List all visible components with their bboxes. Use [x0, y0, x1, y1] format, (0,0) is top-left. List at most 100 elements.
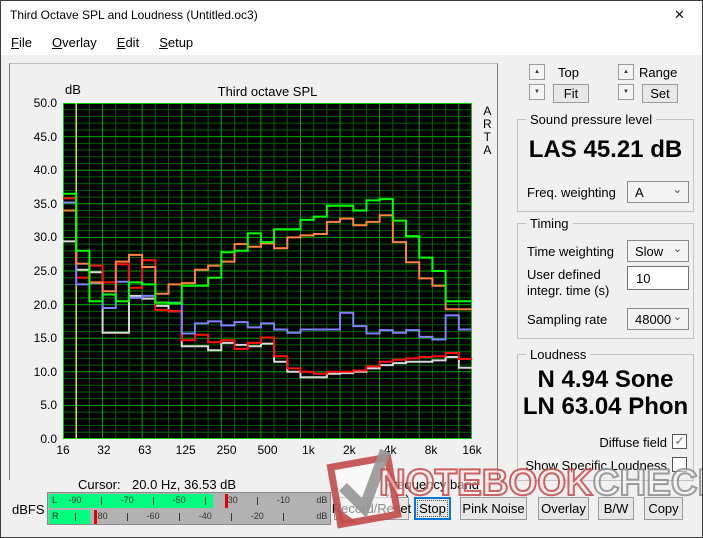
- meter-scale-label: -60: [146, 511, 160, 521]
- x-tick-label: 16: [56, 443, 70, 457]
- diffuse-field-label: Diffuse field: [599, 435, 667, 450]
- y-tick-label: 35.0: [33, 196, 57, 211]
- top-spin-up-icon[interactable]: ▲: [529, 64, 545, 80]
- y-tick-label: 20.0: [33, 297, 57, 312]
- x-tick-label: 500: [257, 443, 278, 457]
- range-spin-up-icon[interactable]: ▲: [618, 64, 634, 80]
- menu-item-overlay[interactable]: Overlay: [42, 31, 107, 54]
- y-tick-label: 30.0: [33, 230, 57, 245]
- meter-scale-tick: [231, 513, 233, 521]
- time-weighting-select[interactable]: Slow ⌄: [627, 240, 689, 262]
- spl-value: LAS 45.21 dB: [528, 136, 683, 163]
- y-tick-label: 25.0: [33, 264, 57, 278]
- close-icon[interactable]: ✕: [657, 1, 702, 29]
- range-label: Range: [639, 65, 678, 80]
- x-tick-label: 125: [175, 443, 196, 457]
- y-tick-label: 5.0: [40, 398, 57, 413]
- sampling-rate-value: 48000: [635, 311, 672, 327]
- integr-time-input[interactable]: 10: [627, 266, 689, 290]
- meter-scale-label: -80: [94, 511, 108, 521]
- menu-bar: File Overlay Edit Setup: [1, 29, 702, 55]
- overlay-button[interactable]: Overlay: [538, 497, 589, 520]
- level-meter: L -90 -70 -50 -30 -10 dB R -80 -60 -40 -20 dB: [47, 492, 331, 525]
- sone-value: N 4.94 Sone: [537, 366, 674, 393]
- dbfs-label: dBFS: [12, 502, 45, 517]
- meter-scale-tick: [101, 497, 103, 505]
- cursor-value: 20.0 Hz, 36.53 dB: [132, 477, 237, 492]
- phon-value: LN 63.04 Phon: [522, 393, 689, 420]
- fit-button[interactable]: Fit: [553, 84, 589, 103]
- cursor-label: Cursor:: [78, 477, 121, 492]
- meter-scale-tick: [127, 513, 129, 521]
- chart-panel: dB Third octave SPL 50.0 45.0 40.0 35.0 30.0…: [9, 63, 498, 507]
- y-tick-label: 40.0: [33, 163, 57, 178]
- meter-scale-tick: [257, 497, 259, 505]
- x-tick-label: 16k: [462, 443, 482, 457]
- sampling-rate-select[interactable]: 48000 ⌄: [627, 308, 689, 330]
- meter-scale-label: -10: [276, 495, 290, 505]
- meter-scale-label: -90: [68, 495, 82, 505]
- loudness-group-title: Loudness: [526, 347, 591, 362]
- meter-row-r: R -80 -60 -40 -20 dB: [49, 510, 329, 524]
- arta-watermark: A R T A: [483, 104, 492, 157]
- meter-scale-label: -40: [198, 511, 212, 521]
- red-trace: [63, 197, 472, 375]
- show-specific-loudness-checkbox[interactable]: [672, 457, 687, 472]
- time-weighting-label: Time weighting: [527, 244, 614, 259]
- meter-scale-label: -30: [224, 495, 238, 505]
- spl-plot[interactable]: [63, 103, 472, 439]
- chevron-down-icon: ⌄: [672, 184, 682, 196]
- window-title: Third Octave SPL and Loudness (Untitled.…: [10, 8, 258, 22]
- x-tick-label: 32: [97, 443, 111, 457]
- y-tick-label: 50.0: [33, 96, 57, 110]
- meter-scale-tick: [75, 513, 77, 521]
- x-axis-labels: 16 32 63 125 250 500 1k 2k 4k 8k 16k: [56, 443, 481, 459]
- meter-scale-label: -70: [120, 495, 134, 505]
- spl-group-title: Sound pressure level: [526, 112, 657, 127]
- menu-item-setup[interactable]: Setup: [149, 31, 203, 54]
- freq-weighting-select[interactable]: A ⌄: [627, 181, 689, 203]
- x-tick-label: 1k: [302, 443, 315, 457]
- meter-scale-tick: [205, 497, 207, 505]
- meter-row-l: L -90 -70 -50 -30 -10 dB: [49, 494, 329, 508]
- x-tick-label: 63: [138, 443, 152, 457]
- pink-noise-button[interactable]: Pink Noise: [460, 497, 527, 520]
- menu-item-edit[interactable]: Edit: [107, 31, 149, 54]
- y-tick-label: 0.0: [40, 432, 57, 446]
- time-weighting-value: Slow: [635, 243, 664, 259]
- integr-time-label-line2: integr. time (s): [527, 283, 610, 298]
- bw-button[interactable]: B/W: [598, 497, 634, 520]
- meter-unit-label: dB: [316, 511, 328, 521]
- set-button[interactable]: Set: [642, 84, 678, 103]
- copy-button[interactable]: Copy: [644, 497, 683, 520]
- freq-weighting-value: A: [635, 184, 644, 200]
- x-tick-label: 4k: [383, 443, 397, 457]
- freq-weighting-label: Freq. weighting: [527, 185, 616, 200]
- meter-scale-tick: [283, 513, 285, 521]
- record-reset-button[interactable]: Record/Reset: [332, 497, 411, 520]
- timing-group-title: Timing: [526, 216, 573, 231]
- y-axis-labels: 50.0 45.0 40.0 35.0 30.0 25.0 20.0 15.0 10.0 5.0 0…: [10, 96, 59, 446]
- show-specific-loudness-label: Show Specific Loudness: [525, 458, 667, 473]
- x-tick-label: 8k: [424, 443, 438, 457]
- sampling-rate-label: Sampling rate: [527, 312, 608, 327]
- range-spin-down-icon[interactable]: ▼: [618, 84, 634, 100]
- orange-trace: [63, 209, 472, 311]
- title-bar: Third Octave SPL and Loudness (Untitled.…: [1, 1, 702, 29]
- meter-scale-label: -50: [172, 495, 186, 505]
- stop-button[interactable]: Stop: [414, 497, 451, 520]
- chevron-down-icon: ⌄: [672, 311, 682, 323]
- chevron-down-icon: ⌄: [672, 243, 682, 255]
- x-tick-label: 2k: [342, 443, 356, 457]
- app-window: Third Octave SPL and Loudness (Untitled.…: [0, 0, 703, 538]
- meter-scale-tick: [179, 513, 181, 521]
- plot-title: Third octave SPL: [217, 84, 318, 99]
- meter-channel-label: L: [52, 495, 58, 505]
- menu-item-file[interactable]: File: [1, 31, 42, 54]
- integr-time-label-line1: User defined: [527, 267, 601, 282]
- top-spin-down-icon[interactable]: ▼: [529, 84, 545, 100]
- y-tick-label: 15.0: [33, 331, 57, 346]
- meter-scale-tick: [153, 497, 155, 505]
- diffuse-field-checkbox[interactable]: ✓: [672, 434, 687, 449]
- x-tick-label: 250: [216, 443, 237, 457]
